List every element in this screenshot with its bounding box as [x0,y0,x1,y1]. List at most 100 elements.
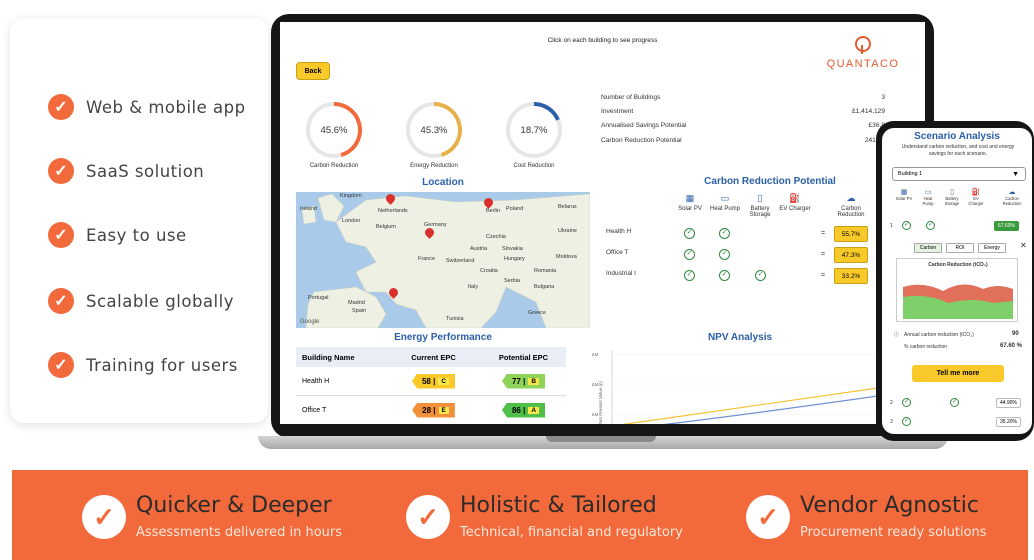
chevron-down-icon: ▼ [1012,171,1019,178]
gauge-label: Carbon Reduction [309,163,359,169]
map-label: Serbia [504,278,520,284]
crp-row-label: Office T [606,249,629,256]
check-circle-icon: ✓ [684,228,695,239]
check-icon: ✓ [48,158,74,184]
info-icon[interactable]: ⓘ [894,331,899,338]
potential-epc: 77 | B [481,373,566,389]
map-label: Hungary [504,256,525,262]
tech-label: Carbon Reduction [1002,196,1022,206]
map-label: Madrid [348,300,365,306]
epc-badge: 77 | B [501,373,546,389]
npv-analysis-title: NPV Analysis [707,332,773,343]
carbon-reduction-value: 33.2% [834,268,868,284]
epc-row[interactable]: Office T 28 | E 86 | A [296,396,566,424]
check-icon: ✓ [82,495,126,539]
check-circle-icon: ✓ [950,398,959,407]
stat-row: Carbon Reduction Potential 241.0 t [601,137,885,151]
cost-reduction-gauge: 18.7% [506,102,562,158]
map-label: Poland [506,206,524,212]
brand-name: QUANTACO [826,58,900,70]
epc-score: 28 | [422,405,436,415]
tell-me-more-button[interactable]: Tell me more [912,365,1004,382]
map-label: Switzerland [446,258,475,264]
location-map[interactable]: Kingdom Ireland Netherlands Berlin Polan… [296,192,590,328]
google-attribution: Google [300,319,320,325]
scenario-number: 3 [890,419,893,425]
annual-reduction-value: 90 [1012,331,1019,337]
map-label: Belgium [376,224,396,230]
map-label: Czechia [486,234,506,240]
benefit-subtitle: Assessments delivered in hours [136,525,343,540]
feature-card: ✓ Web & mobile app ✓ SaaS solution ✓ Eas… [10,18,268,423]
building-select[interactable]: Building 1 ▼ [892,167,1026,181]
feature-item: ✓ Training for users [48,352,238,378]
equals-sign: = [821,251,826,258]
epc-letter: E [438,406,449,414]
building-name: Health H [302,377,330,385]
map-label: Portugal [308,295,329,301]
check-circle-icon: ✓ [902,221,911,230]
crp-column-label: Solar PV [678,206,702,212]
scenario-pct-badge[interactable]: 67.60% [994,221,1019,231]
potential-epc: 86 | A [481,402,566,418]
epc-score: 86 | [511,405,526,415]
dashboard-screen: Click on each building to see progress B… [280,22,925,424]
battery-icon: ▯ [757,193,763,203]
npv-tick: £M [592,352,599,357]
crp-column: ⛽ EV Charger [778,193,812,212]
crp-column: ☁ Carbon Reduction [834,193,868,218]
carbon-cloud-icon: ☁ [846,193,856,203]
crp-column: ▭ Heat Pump [708,193,742,212]
epc-row[interactable]: Health H 58 | C 77 | B [296,367,566,396]
close-icon[interactable]: ✕ [1020,241,1027,250]
stat-row: Number of Buildings 3 [601,94,885,108]
crp-column-label: Carbon Reduction [837,206,865,218]
map-label: Romania [534,268,557,274]
tab-roi[interactable]: ROI [946,243,974,253]
pct-reduction-label: % carbon reduction [904,344,948,350]
annual-reduction-label: Annual carbon reduction (tCO₂) [904,332,974,338]
map-label: Tunisia [446,316,464,322]
scenario-pct-badge[interactable]: 44.90% [996,398,1021,408]
stat-value: 3 [881,94,885,101]
benefit-title: Holistic & Tailored [460,493,657,518]
epc-header-row: Building Name Current EPC Potential EPC [296,347,566,367]
solar-panel-icon: ▦ [900,189,908,196]
mini-chart-title: Carbon Reduction (tCO₂) [928,262,988,268]
current-epc: 28 | E [386,402,481,418]
epc-badge: 58 | C [411,373,456,389]
tab-energy[interactable]: Energy [978,243,1006,253]
epc-badge: 28 | E [412,402,455,418]
feature-item: ✓ SaaS solution [48,158,204,184]
check-circle-icon: ✓ [719,249,730,260]
feature-item: ✓ Web & mobile app [48,94,246,120]
map-label: Ireland [300,206,317,212]
crp-column-label: Battery Storage [749,206,771,218]
crp-row-label: Industrial I [606,270,636,277]
epc-score: 77 | [511,376,526,386]
scenario-pct-badge[interactable]: 35.20% [996,417,1021,427]
check-circle-icon: ✓ [684,249,695,260]
current-epc: 58 | C [386,373,481,389]
epc-letter: C [438,377,450,385]
back-button[interactable]: Back [296,62,330,80]
map-label: Netherlands [378,208,408,214]
check-icon: ✓ [48,222,74,248]
map-label: Ukraine [558,228,577,234]
tab-carbon[interactable]: Carbon [914,243,942,253]
check-icon: ✓ [48,288,74,314]
ev-charger-icon: ⛽ [789,193,801,203]
stat-row: Investment £1,414,129 [601,108,885,122]
epc-header: Potential EPC [498,352,549,362]
building-select-value: Building 1 [898,171,923,177]
crp-column-label: EV Charger [779,206,811,212]
laptop-notch [546,436,656,442]
gauge-value: 45.6% [310,106,358,154]
energy-performance-title: Energy Performance [394,332,492,343]
map-label: Bulgaria [534,284,555,290]
quantaco-logo: QUANTACO [818,36,908,70]
stat-label: Investment [601,108,634,116]
check-circle-icon: ✓ [902,417,911,426]
check-icon: ✓ [48,352,74,378]
gauge-label: Cost Reduction [513,163,555,169]
